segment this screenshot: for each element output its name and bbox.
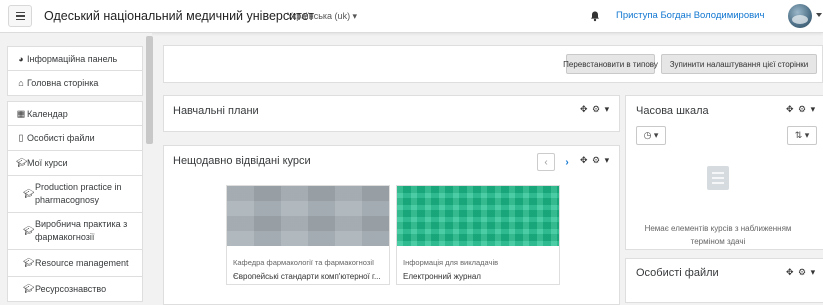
drawer-nav-list: ◕ Інформаційна панель ⌂ Головна сторінка… <box>7 46 143 302</box>
user-menu-name[interactable]: Приступа Богдан Володимирович <box>616 10 764 21</box>
course-image <box>397 186 559 246</box>
file-icon: ▯ <box>18 132 24 143</box>
course-card[interactable]: Кафедра фармакології та фармакогнозії Єв… <box>226 185 390 285</box>
sidebar-item-label: Головна сторінка <box>27 78 99 88</box>
timeline-title: Часова шкала <box>636 105 709 117</box>
graduation-cap-icon: 🎓︎ <box>23 283 35 294</box>
sidebar-item-calendar[interactable]: ▦ Календар <box>7 101 143 126</box>
avatar[interactable] <box>788 4 812 28</box>
drawer-toggle-button[interactable] <box>8 5 32 27</box>
study-plans-title: Навчальні плани <box>173 105 259 117</box>
reset-page-button[interactable]: Перевстановити в типову <box>563 54 658 74</box>
course-category: Інформація для викладачів <box>403 258 499 267</box>
calendar-icon: ▦ <box>16 108 26 118</box>
sidebar-item-course[interactable]: 🎓︎ Виробнича практика з фармакогнозії <box>7 213 143 250</box>
course-card[interactable]: Інформація для викладачів Електронний жу… <box>396 185 560 285</box>
sidebar-item-label: Особисті файли <box>27 133 95 143</box>
sidebar-item-label: Інформаційна панель <box>27 53 118 64</box>
sidebar-item-label: Ресурсознавство <box>35 284 107 294</box>
top-navbar: Одеський національний медичний університ… <box>0 0 823 33</box>
sidebar-item-my-courses[interactable]: 🎓︎ Мої курси <box>7 151 143 176</box>
private-files-title: Особисті файли <box>636 267 719 279</box>
graduation-cap-icon: 🎓︎ <box>23 257 35 268</box>
course-name[interactable]: Європейські стандарти комп'ютерної г... <box>233 272 385 281</box>
sidebar-item-course[interactable]: 🎓︎ Resource management <box>7 250 143 277</box>
sidebar-item-label: Мої курси <box>27 158 68 168</box>
sidebar-item-label: Resource management <box>35 258 129 268</box>
timeline-empty-message: Немає елементів курсів з наближенням тер… <box>644 224 792 246</box>
sidebar-item-course[interactable]: 🎓︎ Production practice in pharmacognosy <box>7 176 143 213</box>
course-image <box>227 186 389 246</box>
site-name[interactable]: Одеський національний медичний університ… <box>44 9 314 23</box>
stop-customizing-button[interactable]: Зупинити налаштування цієї сторінки <box>661 54 817 74</box>
graduation-cap-icon: 🎓︎ <box>23 188 35 199</box>
graduation-cap-icon: 🎓︎ <box>23 225 35 236</box>
sidebar-item-dashboard[interactable]: ◕ Інформаційна панель <box>7 46 143 71</box>
empty-list-icon <box>707 166 729 190</box>
sidebar-item-label: Виробнича практика з фармакогнозії <box>35 219 128 242</box>
timeline-sort-icon[interactable]: ⇅ ▾ <box>787 126 817 145</box>
course-category: Кафедра фармакології та фармакогнозії <box>233 258 375 267</box>
sidebar-item-label: Календар <box>27 108 68 119</box>
graduation-cap-icon: 🎓︎ <box>16 157 28 168</box>
sidebar-item-home[interactable]: ⌂ Головна сторінка <box>7 71 143 96</box>
home-icon: ⌂ <box>18 78 24 88</box>
block-controls-icon[interactable]: ✥ ⚙ ▾ <box>580 104 610 115</box>
user-menu-chevron-down-icon[interactable] <box>816 13 822 17</box>
sidebar-item-private-files[interactable]: ▯ Особисті файли <box>7 126 143 151</box>
timeline-filter-clock-icon[interactable]: ◷ ▾ <box>636 126 666 145</box>
previous-page-chevron-left-icon[interactable]: ‹ <box>537 153 555 171</box>
block-controls-icon[interactable]: ✥ ⚙ ▾ <box>580 155 610 166</box>
private-files-block <box>625 258 823 303</box>
block-controls-icon[interactable]: ✥ ⚙ ▾ <box>786 267 816 278</box>
language-menu[interactable]: Українська (uk) ▾ <box>287 11 357 22</box>
block-controls-icon[interactable]: ✥ ⚙ ▾ <box>786 104 816 115</box>
sidebar-item-label: Production practice in pharmacognosy <box>35 182 122 205</box>
dashboard-icon: ◕ <box>18 53 24 64</box>
notifications-bell-icon[interactable] <box>589 10 601 22</box>
recent-courses-title: Нещодавно відвідані курси <box>173 155 311 167</box>
course-name[interactable]: Електронний журнал <box>403 272 555 281</box>
next-page-chevron-right-icon[interactable]: › <box>558 153 576 171</box>
drawer-scrollbar[interactable] <box>146 36 153 144</box>
sidebar-item-course[interactable]: 🎓︎ Ресурсознавство <box>7 277 143 302</box>
